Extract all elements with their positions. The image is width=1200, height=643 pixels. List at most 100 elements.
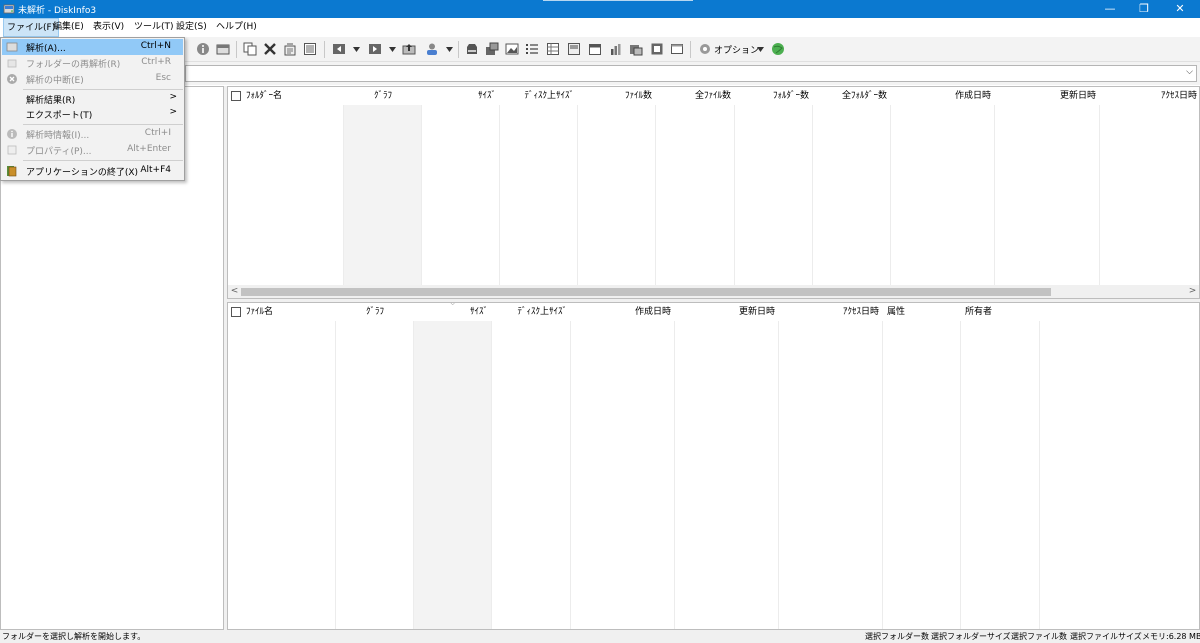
user-dropdown-icon[interactable] [446, 46, 453, 52]
submenu-arrow-icon: > [169, 92, 177, 102]
header-accessed[interactable]: ｱｸｾｽ日時 [779, 303, 883, 321]
select-all-checkbox[interactable] [231, 307, 241, 317]
header-size[interactable]: ｻｲｽﾞ [414, 303, 492, 321]
copy-icon[interactable] [243, 42, 257, 56]
header-size[interactable]: ｻｲｽﾞ [422, 87, 500, 105]
diskinfo-app-icon [3, 3, 15, 15]
header-accessed[interactable]: ｱｸｾｽ日時 [1100, 87, 1199, 105]
column-disk-size [492, 303, 571, 629]
header-modified[interactable]: 更新日時 [995, 87, 1100, 105]
menu-item-shortcut: Ctrl+I [144, 128, 171, 138]
exit-icon [6, 165, 18, 177]
menu-item-shortcut: Alt+F4 [140, 165, 171, 175]
path-combobox[interactable]: ⌵ [185, 65, 1197, 82]
menu-edit[interactable]: 編集(E) [50, 18, 87, 37]
export-icon[interactable] [629, 42, 643, 56]
back-icon[interactable] [332, 42, 346, 56]
snapshot-icon[interactable] [650, 42, 664, 56]
maximize-button[interactable]: ❐ [1126, 0, 1162, 18]
menu-settings[interactable]: 設定(S) [173, 18, 210, 37]
menu-item-label: 解析の中断(E) [26, 76, 84, 86]
scroll-right-icon[interactable]: > [1186, 285, 1199, 298]
table-icon[interactable] [546, 42, 560, 56]
menu-item-analysis-results[interactable]: 解析結果(R) > [2, 91, 183, 107]
scrollbar-thumb[interactable] [241, 288, 1051, 296]
header-disk-size[interactable]: ﾃﾞｨｽｸ上ｻｲｽﾞ [500, 87, 578, 105]
drive-icon[interactable] [465, 42, 479, 56]
menu-item-label: プロパティ(P)... [26, 147, 92, 157]
scroll-left-icon[interactable]: < [228, 285, 241, 298]
menu-item-analysis-info[interactable]: 解析時情報(I)... Ctrl+I [2, 126, 183, 142]
info-icon[interactable] [196, 42, 210, 56]
rename-icon[interactable] [283, 42, 297, 56]
header-graph[interactable]: ｸﾞﾗﾌ [336, 303, 414, 321]
menu-item-shortcut: Ctrl+N [140, 41, 171, 51]
menu-bar: ファイル(F) 編集(E) 表示(V) ツール(T) 設定(S) ヘルプ(H) [0, 18, 1200, 37]
header-total-folders[interactable]: 全ﾌｫﾙﾀﾞｰ数 [813, 87, 891, 105]
toolbar-separator [324, 41, 325, 58]
column-disk-size [500, 87, 578, 298]
menu-item-exit[interactable]: アプリケーションの終了(X) Alt+F4 [2, 163, 183, 179]
options-dropdown-icon[interactable] [757, 46, 764, 52]
numbered-list-icon[interactable] [525, 42, 539, 56]
column-attributes [883, 303, 961, 629]
report-icon[interactable] [567, 42, 581, 56]
menu-tools[interactable]: ツール(T) [131, 18, 177, 37]
header-disk-size[interactable]: ﾃﾞｨｽｸ上ｻｲｽﾞ [492, 303, 571, 321]
header-file-count[interactable]: ﾌｧｲﾙ数 [578, 87, 656, 105]
menu-item-export[interactable]: エクスポート(T) > [2, 106, 183, 122]
header-graph[interactable]: ｸﾞﾗﾌ [344, 87, 422, 105]
column-owner [961, 303, 1040, 629]
header-owner[interactable]: 所有者 [961, 303, 1040, 321]
up-folder-icon[interactable] [402, 42, 416, 56]
menu-item-stop-analysis[interactable]: 解析の中断(E) Esc [2, 71, 183, 87]
back-dropdown-icon[interactable] [353, 46, 360, 52]
chevron-down-icon[interactable]: ⌵ [1186, 67, 1193, 77]
gear-icon[interactable] [698, 42, 712, 56]
header-folder-count[interactable]: ﾌｫﾙﾀﾞｰ数 [735, 87, 813, 105]
menu-item-label: アプリケーションの終了(X) [26, 168, 139, 178]
header-folder-name[interactable]: ﾌｫﾙﾀﾞｰ名 [242, 87, 342, 105]
status-selected-folder-size: 選択フォルダーサイズ [931, 632, 1011, 641]
globe-icon[interactable] [771, 42, 785, 56]
menu-item-label: 解析結果(R) [26, 96, 76, 106]
select-all-checkbox[interactable] [231, 91, 241, 101]
header-created[interactable]: 作成日時 [891, 87, 995, 105]
header-modified[interactable]: 更新日時 [675, 303, 779, 321]
file-list-pane[interactable]: ﾌｧｲﾙ名 ｸﾞﾗﾌ ⌵ ｻｲｽﾞ ﾃﾞｨｽｸ上ｻｲｽﾞ 作成日時 更新日時 ｱ… [227, 302, 1200, 630]
status-bar: フォルダーを選択し解析を開始します。 選択フォルダー数 選択フォルダーサイズ 選… [0, 630, 1200, 643]
column-total-folders [813, 87, 891, 298]
file-menu-dropdown: 解析(A)... Ctrl+N フォルダーの再解析(R) Ctrl+R 解析の中… [0, 37, 185, 181]
close-button[interactable]: ✕ [1162, 0, 1198, 18]
properties-icon[interactable] [216, 42, 230, 56]
title-bar: 未解析 - DiskInfo3 — ❐ ✕ [0, 0, 1200, 18]
options-button-label[interactable]: オプション [714, 43, 759, 56]
image-icon[interactable] [505, 42, 519, 56]
menu-item-label: エクスポート(T) [26, 111, 93, 121]
chart-icon[interactable] [609, 42, 623, 56]
forward-dropdown-icon[interactable] [389, 46, 396, 52]
menu-item-reanalyze[interactable]: フォルダーの再解析(R) Ctrl+R [2, 55, 183, 71]
menu-view[interactable]: 表示(V) [90, 18, 127, 37]
calendar-icon[interactable] [588, 42, 602, 56]
minimize-button[interactable]: — [1092, 0, 1128, 18]
delete-icon[interactable] [263, 42, 277, 56]
title-bar-highlight [543, 0, 693, 1]
menu-item-label: 解析時情報(I)... [26, 131, 90, 141]
horizontal-scrollbar[interactable]: < > [228, 285, 1199, 298]
menu-help[interactable]: ヘルプ(H) [213, 18, 260, 37]
forward-icon[interactable] [368, 42, 382, 56]
header-created[interactable]: 作成日時 [571, 303, 675, 321]
status-selected-file-size: 選択ファイルサイズ [1070, 632, 1142, 641]
menu-item-analyze[interactable]: 解析(A)... Ctrl+N [2, 39, 183, 55]
folder-list-pane[interactable]: ﾌｫﾙﾀﾞｰ名 ｸﾞﾗﾌ ｻｲｽﾞ ﾃﾞｨｽｸ上ｻｲｽﾞ ﾌｧｲﾙ数 全ﾌｧｲﾙ… [227, 86, 1200, 299]
header-file-name[interactable]: ﾌｧｲﾙ名 [242, 303, 334, 321]
folder-tree-icon[interactable] [485, 42, 499, 56]
menu-item-properties[interactable]: プロパティ(P)... Alt+Enter [2, 142, 183, 158]
header-total-files[interactable]: 全ﾌｧｲﾙ数 [656, 87, 735, 105]
list-view-icon[interactable] [303, 42, 317, 56]
user-icon[interactable] [425, 42, 439, 56]
window-icon[interactable] [670, 42, 684, 56]
header-attributes[interactable]: 属性 [883, 303, 961, 321]
status-message: フォルダーを選択し解析を開始します。 [2, 632, 146, 641]
